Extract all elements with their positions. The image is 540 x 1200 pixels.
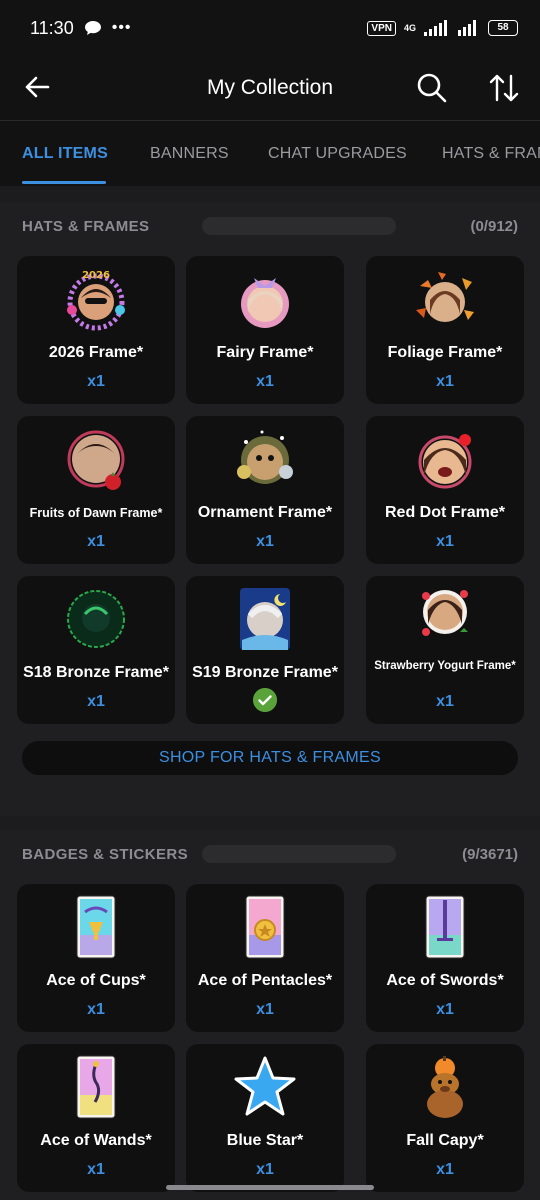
svg-text:2026: 2026 bbox=[82, 270, 110, 281]
item-name: S19 Bronze Frame* bbox=[192, 664, 338, 681]
item-card[interactable]: Ace of Swords* x1 bbox=[366, 884, 524, 1032]
item-card[interactable]: S19 Bronze Frame* bbox=[186, 576, 344, 724]
item-quantity: x1 bbox=[87, 1161, 105, 1178]
item-quantity: x1 bbox=[256, 533, 274, 550]
item-name: Fairy Frame* bbox=[216, 344, 314, 361]
item-card[interactable]: Ornament Frame* x1 bbox=[186, 416, 344, 564]
progress-bar bbox=[202, 845, 396, 863]
frame-avatar-icon bbox=[67, 430, 125, 490]
item-name: Strawberry Yogurt Frame* bbox=[374, 660, 516, 672]
item-card[interactable]: Fairy Frame* x1 bbox=[186, 256, 344, 404]
item-quantity: x1 bbox=[436, 1001, 454, 1018]
frame-avatar-icon bbox=[237, 430, 293, 484]
item-name: Ace of Pentacles* bbox=[197, 972, 333, 989]
signal-icon-2 bbox=[458, 20, 476, 36]
item-card[interactable]: Foliage Frame* x1 bbox=[366, 256, 524, 404]
progress-bar bbox=[202, 217, 396, 235]
section-count: (0/912) bbox=[470, 218, 518, 235]
item-quantity: x1 bbox=[436, 533, 454, 550]
item-quantity: x1 bbox=[87, 693, 105, 710]
item-card[interactable]: 2026 2026 Frame* x1 bbox=[17, 256, 175, 404]
vpn-badge: VPN bbox=[367, 20, 396, 36]
section-title: BADGES & STICKERS bbox=[22, 846, 188, 863]
item-card[interactable]: S18 Bronze Frame* x1 bbox=[17, 576, 175, 724]
tarot-card-icon bbox=[425, 895, 465, 959]
search-icon[interactable] bbox=[414, 70, 450, 106]
status-bar: 11:30 ••• VPN 4G 58 bbox=[0, 0, 540, 56]
item-name: Blue Star* bbox=[226, 1132, 304, 1149]
item-quantity: x1 bbox=[256, 373, 274, 390]
item-quantity: x1 bbox=[256, 1161, 274, 1178]
capybara-icon bbox=[427, 1056, 463, 1118]
item-name: S18 Bronze Frame* bbox=[23, 664, 169, 681]
item-name: Fruits of Dawn Frame* bbox=[29, 506, 163, 520]
home-indicator[interactable] bbox=[166, 1185, 374, 1190]
item-card[interactable]: Fruits of Dawn Frame* x1 bbox=[17, 416, 175, 564]
item-card[interactable]: Ace of Wands* x1 bbox=[17, 1044, 175, 1192]
item-quantity: x1 bbox=[87, 1001, 105, 1018]
item-card[interactable]: Strawberry Yogurt Frame* x1 bbox=[366, 576, 524, 724]
item-name: Red Dot Frame* bbox=[384, 504, 506, 521]
tab-hats-frames[interactable]: HATS & FRAMES bbox=[442, 145, 540, 163]
active-tab-indicator bbox=[22, 181, 106, 184]
tab-all-items[interactable]: ALL ITEMS bbox=[22, 145, 108, 163]
tarot-card-icon bbox=[245, 895, 285, 959]
item-quantity: x1 bbox=[87, 373, 105, 390]
tarot-card-icon bbox=[76, 1055, 116, 1119]
frame-avatar-icon bbox=[240, 588, 290, 650]
signal-icon bbox=[424, 20, 447, 36]
status-time: 11:30 bbox=[30, 17, 74, 38]
item-name: Ace of Cups* bbox=[46, 972, 146, 989]
item-card[interactable]: Ace of Cups* x1 bbox=[17, 884, 175, 1032]
item-quantity: x1 bbox=[436, 1161, 454, 1178]
item-name: 2026 Frame* bbox=[48, 344, 144, 361]
shop-hats-frames-button[interactable]: SHOP FOR HATS & FRAMES bbox=[22, 741, 518, 775]
frame-avatar-icon bbox=[67, 590, 125, 648]
tarot-card-icon bbox=[76, 895, 116, 959]
blue-star-icon bbox=[234, 1056, 296, 1116]
item-name: Ace of Wands* bbox=[40, 1132, 152, 1149]
item-quantity: x1 bbox=[436, 373, 454, 390]
page-title: My Collection bbox=[206, 76, 334, 99]
item-card[interactable]: Fall Capy* x1 bbox=[366, 1044, 524, 1192]
item-name: Ornament Frame* bbox=[197, 504, 333, 521]
tab-banners[interactable]: BANNERS bbox=[150, 145, 229, 163]
sort-icon[interactable] bbox=[486, 70, 522, 106]
item-quantity: x1 bbox=[436, 693, 454, 710]
app-bar: My Collection bbox=[0, 56, 540, 120]
more-dots-icon: ••• bbox=[111, 19, 132, 36]
category-tabs: ALL ITEMS BANNERS CHAT UPGRADES HATS & F… bbox=[0, 120, 540, 186]
item-card[interactable]: Ace of Pentacles* x1 bbox=[186, 884, 344, 1032]
frame-avatar-icon bbox=[418, 434, 472, 489]
equipped-check-icon bbox=[253, 688, 277, 712]
item-quantity: x1 bbox=[87, 533, 105, 550]
item-card[interactable]: Blue Star* x1 bbox=[186, 1044, 344, 1192]
frame-avatar-icon: 2026 bbox=[67, 270, 125, 331]
tab-chat-upgrades[interactable]: CHAT UPGRADES bbox=[268, 145, 407, 163]
item-name: Ace of Swords* bbox=[386, 972, 504, 989]
chat-bubble-icon bbox=[84, 21, 101, 35]
frame-avatar-icon bbox=[422, 590, 468, 636]
network-type: 4G bbox=[403, 23, 416, 33]
item-quantity: x1 bbox=[256, 1001, 274, 1018]
battery-indicator: 58 bbox=[488, 20, 518, 36]
item-card[interactable]: Red Dot Frame* x1 bbox=[366, 416, 524, 564]
frame-avatar-icon bbox=[241, 278, 289, 328]
section-title: HATS & FRAMES bbox=[22, 218, 150, 235]
section-count: (9/3671) bbox=[462, 846, 518, 863]
item-name: Foliage Frame* bbox=[387, 344, 503, 361]
frame-avatar-icon bbox=[416, 272, 474, 322]
item-name: Fall Capy* bbox=[406, 1132, 484, 1149]
